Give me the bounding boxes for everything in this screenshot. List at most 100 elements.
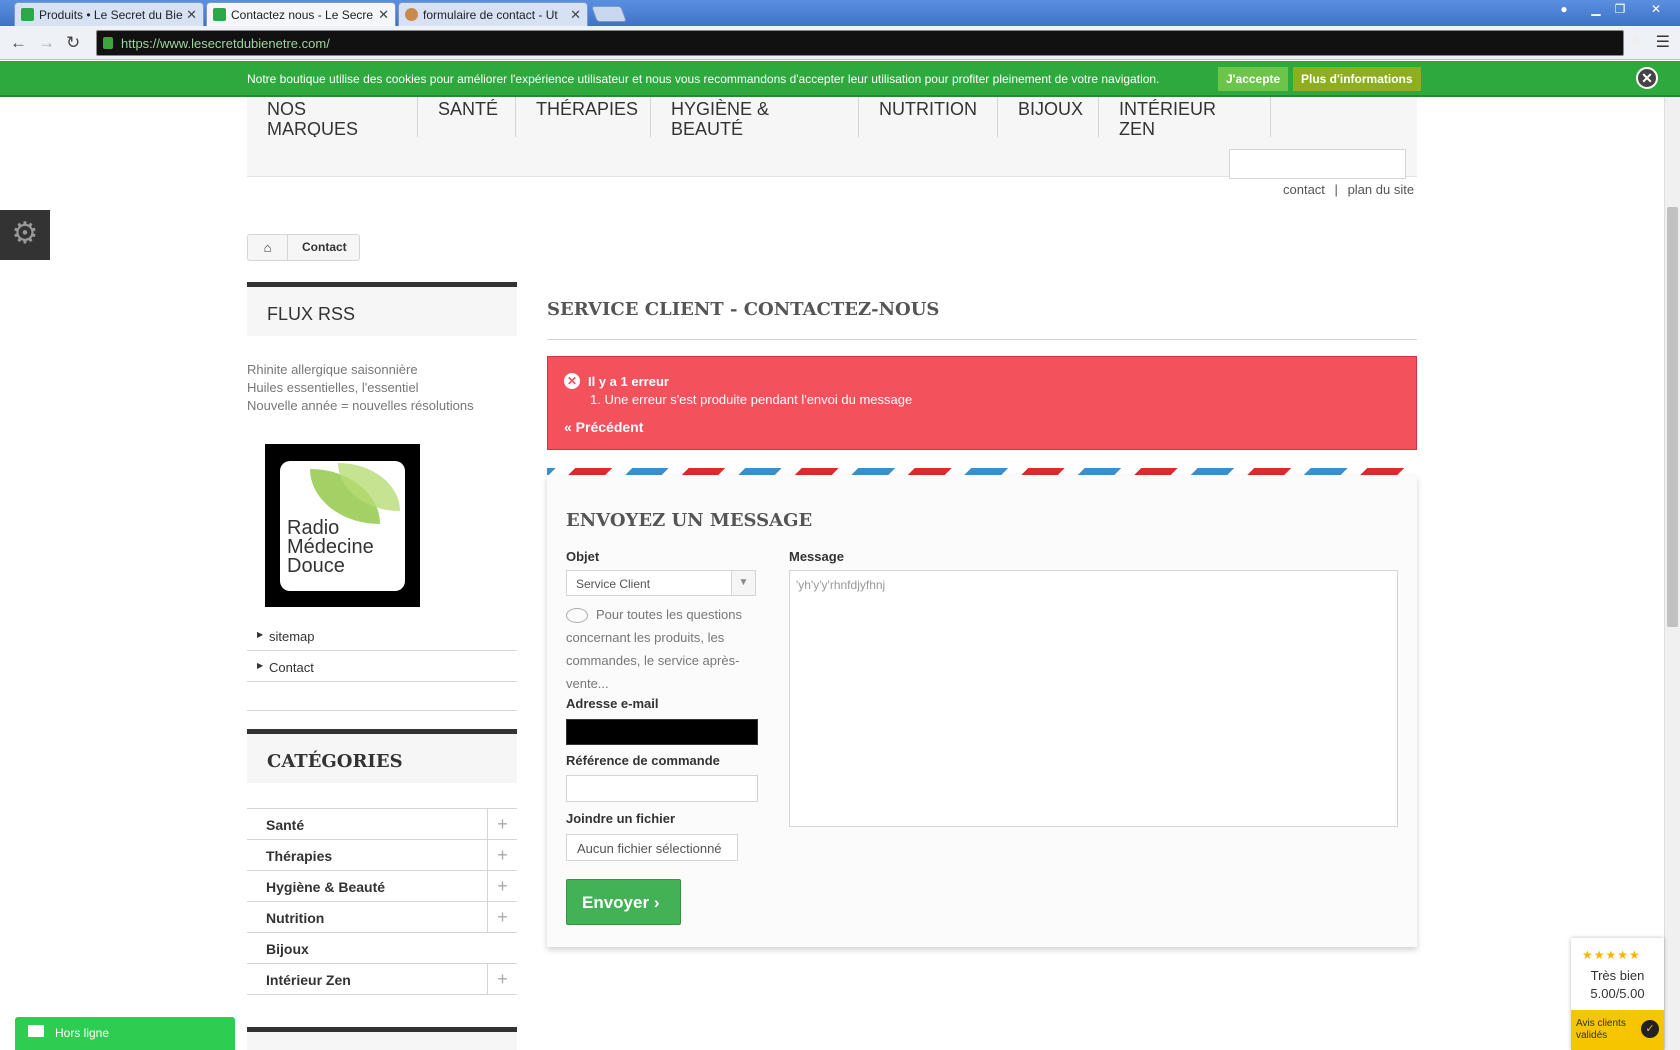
tab-label: formulaire de contact - Ut (423, 8, 558, 22)
tab-produits[interactable]: Produits • Le Secret du Bie ✕ (14, 2, 204, 26)
home-icon[interactable]: ⌂ (248, 235, 288, 260)
sidebar-link-contact[interactable]: ▶ Contact (247, 651, 517, 682)
menu-item-therapies[interactable]: THÉRAPIES (516, 97, 651, 137)
page-scrollbar[interactable] (1664, 97, 1680, 1050)
gears-icon[interactable]: ⚙ (0, 210, 50, 260)
radio-medecine-douce-logo[interactable]: Radio Médecine Douce (265, 444, 420, 607)
rss-item[interactable]: Nouvelle année = nouvelles résolutions (247, 397, 474, 415)
cookie-accept-button[interactable]: J'accepte (1218, 67, 1289, 91)
radio-logo-text: Radio Médecine Douce (287, 517, 374, 577)
category-item-therapies[interactable]: Thérapies + (247, 840, 517, 871)
category-item-nutrition[interactable]: Nutrition + (247, 902, 517, 933)
tab-formulaire-contact[interactable]: formulaire de contact - Ut ✕ (398, 2, 588, 26)
main-menu: NOS MARQUES SANTÉ THÉRAPIES HYGIÈNE & BE… (247, 97, 1417, 139)
tab-label: Produits • Le Secret du Bie (39, 8, 183, 22)
reload-icon[interactable]: ↻ (66, 33, 80, 53)
site-favicon-icon (213, 8, 226, 21)
scrollbar-thumb[interactable] (1667, 207, 1678, 627)
expand-plus-icon[interactable]: + (487, 871, 517, 901)
rss-item[interactable]: Rhinite allergique saisonnière (247, 361, 474, 379)
rss-item[interactable]: Huiles essentielles, l'essentiel (247, 379, 474, 397)
sidebar-link-sitemap[interactable]: ▶ sitemap (247, 620, 517, 651)
expand-plus-icon[interactable]: + (487, 964, 517, 994)
sitemap-link[interactable]: plan du site (1348, 182, 1415, 197)
cookie-banner: Notre boutique utilise des cookies pour … (0, 61, 1680, 97)
rating-stars-icon: ★★★★★ (1582, 948, 1641, 962)
review-score: 5.00/5.00 (1590, 986, 1645, 1001)
order-ref-label: Référence de commande (566, 753, 720, 768)
address-bar-row: ← → ↻ https://www.lesecretdubienetre.com… (0, 26, 1680, 60)
page-title: SERVICE CLIENT - CONTACTEZ-NOUS (547, 299, 1417, 340)
email-label: Adresse e-mail (566, 696, 659, 711)
category-item-bijoux[interactable]: Bijoux (247, 933, 517, 964)
review-footer: Avis clients validés ✓ (1571, 1010, 1664, 1050)
bookmark-star-icon[interactable]: ★ (1628, 30, 1644, 51)
sidebar-links: ▶ sitemap ▶ Contact (247, 620, 517, 711)
message-textarea[interactable]: 'yh'y'y'rhnfdjyfhnj (789, 570, 1398, 827)
rss-block-title: FLUX RSS (247, 282, 517, 336)
expand-plus-icon[interactable]: + (487, 840, 517, 870)
cookie-message: Notre boutique utilise des cookies pour … (247, 72, 1160, 86)
file-input[interactable]: Aucun fichier sélectionné (566, 834, 738, 861)
chat-widget[interactable]: Hors ligne (15, 1017, 235, 1050)
new-tab-button[interactable] (591, 6, 627, 22)
expand-plus-icon[interactable]: + (487, 902, 517, 932)
maximize-icon[interactable]: ❐ (1608, 2, 1632, 18)
site-favicon-icon (21, 8, 34, 21)
category-item-hygiene-beaute[interactable]: Hygiène & Beauté + (247, 871, 517, 902)
category-item-sante[interactable]: Santé + (247, 809, 517, 840)
link-separator: | (1334, 182, 1338, 197)
menu-item-sante[interactable]: SANTÉ (418, 97, 516, 137)
categories-block-title: CATÉGORIES (247, 729, 517, 783)
back-arrow-icon[interactable]: ← (10, 33, 27, 53)
url-input[interactable]: https://www.lesecretdubienetre.com/ (96, 30, 1624, 56)
forward-arrow-icon[interactable]: → (38, 33, 55, 53)
chat-status-label: Hors ligne (55, 1026, 110, 1040)
contact-link[interactable]: contact (1283, 182, 1325, 197)
search-input[interactable] (1229, 149, 1406, 179)
error-message: 1. Une erreur s'est produite pendant l'e… (590, 392, 913, 407)
menu-item-nos-marques[interactable]: NOS MARQUES (247, 97, 418, 139)
tab-contactez-nous[interactable]: Contactez nous - Le Secre ✕ (206, 2, 396, 26)
cookie-close-icon[interactable]: ✕ (1636, 67, 1658, 89)
site-favicon-icon (405, 8, 418, 21)
error-alert: ✕ Il y a 1 erreur 1. Une erreur s'est pr… (547, 356, 1417, 450)
tab-label: Contactez nous - Le Secre (231, 8, 374, 22)
order-ref-input[interactable] (566, 775, 758, 802)
rss-list: Rhinite allergique saisonnière Huiles es… (247, 361, 474, 415)
lock-icon (103, 37, 113, 49)
tab-close-icon[interactable]: ✕ (186, 7, 197, 23)
menu-item-interieur-zen[interactable]: INTÉRIEUR ZEN (1099, 97, 1271, 139)
breadcrumb: ⌂ Contact (247, 234, 360, 261)
review-widget[interactable]: ★★★★★ Très bien 5.00/5.00 Avis clients v… (1571, 938, 1664, 1050)
expand-plus-icon[interactable]: + (487, 809, 517, 839)
chevron-down-icon: ▼ (731, 571, 755, 595)
menu-item-bijoux[interactable]: BIJOUX (998, 97, 1099, 137)
profile-icon[interactable]: ● (1552, 2, 1576, 18)
tab-close-icon[interactable]: ✕ (570, 7, 581, 23)
message-label: Message (789, 549, 844, 564)
window-close-icon[interactable]: ✕ (1644, 2, 1668, 18)
email-field[interactable] (566, 719, 758, 745)
url-text: https://www.lesecretdubienetre.com/ (121, 36, 330, 51)
breadcrumb-current: Contact (302, 240, 347, 254)
menu-item-hygiene-beaute[interactable]: HYGIÈNE & BEAUTÉ (651, 97, 859, 139)
back-link[interactable]: « Précédent (564, 419, 643, 435)
browser-menu-icon[interactable]: ☰ (1656, 32, 1670, 52)
minimize-icon[interactable]: ▁ (1584, 2, 1608, 18)
error-title: Il y a 1 erreur (588, 374, 669, 389)
chevron-right-icon: › (653, 893, 660, 912)
subject-help-text: Pour toutes les questions concernant les… (566, 607, 742, 691)
subject-select[interactable]: Service Client ▼ (566, 570, 756, 596)
next-sidebar-block (247, 1027, 517, 1050)
cookie-more-info-button[interactable]: Plus d'informations (1293, 67, 1421, 91)
subject-label: Objet (566, 549, 600, 564)
tab-close-icon[interactable]: ✕ (378, 7, 389, 23)
triangle-right-icon: ▶ (257, 630, 264, 639)
menu-item-nutrition[interactable]: NUTRITION (859, 97, 998, 137)
send-button[interactable]: Envoyer › (566, 879, 681, 925)
form-title: ENVOYEZ UN MESSAGE (566, 510, 813, 531)
file-label: Joindre un fichier (566, 811, 676, 826)
category-item-interieur-zen[interactable]: Intérieur Zen + (247, 964, 517, 995)
categories-list: Santé + Thérapies + Hygiène & Beauté + N… (247, 808, 517, 995)
